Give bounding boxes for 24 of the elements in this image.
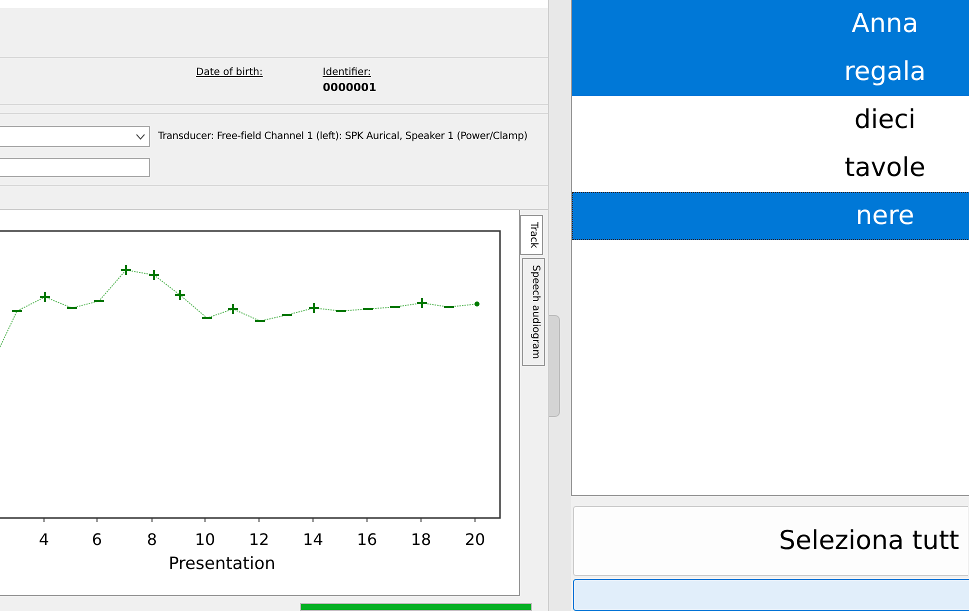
input-field[interactable] <box>0 158 150 177</box>
x-tick-label: 6 <box>92 530 102 549</box>
field-label: Date of birth: <box>196 67 263 78</box>
x-tick-label: 12 <box>248 530 270 549</box>
splitter-handle[interactable] <box>549 315 560 417</box>
word-item[interactable]: regala <box>572 48 969 96</box>
x-tick-label: 16 <box>356 530 378 549</box>
word-item[interactable]: nere <box>572 192 969 240</box>
dropdown[interactable] <box>0 126 150 147</box>
field-label: Identifier: <box>322 67 372 78</box>
x-tick-label: 14 <box>302 530 324 549</box>
select-all-button[interactable]: Seleziona tutt <box>573 506 968 576</box>
side-tab[interactable]: Speech audiogram <box>522 258 545 366</box>
word-item[interactable]: Anna <box>572 0 969 48</box>
x-tick-label: 8 <box>146 530 158 549</box>
side-tab[interactable]: Track <box>520 215 543 256</box>
transducer-info: Transducer: Free-field Channel 1 (left): SPK Aurical, Speaker 1 (Power/Clamp) <box>158 131 528 142</box>
chevron-down-icon <box>136 134 145 140</box>
x-tick-label: 4 <box>38 530 50 549</box>
x-tick-label: 20 <box>464 530 486 549</box>
x-tick-label: 10 <box>194 530 216 549</box>
field-value: 0000001 <box>322 81 376 94</box>
x-axis-title: Presentation <box>168 554 276 574</box>
x-tick-label: 18 <box>410 530 432 549</box>
